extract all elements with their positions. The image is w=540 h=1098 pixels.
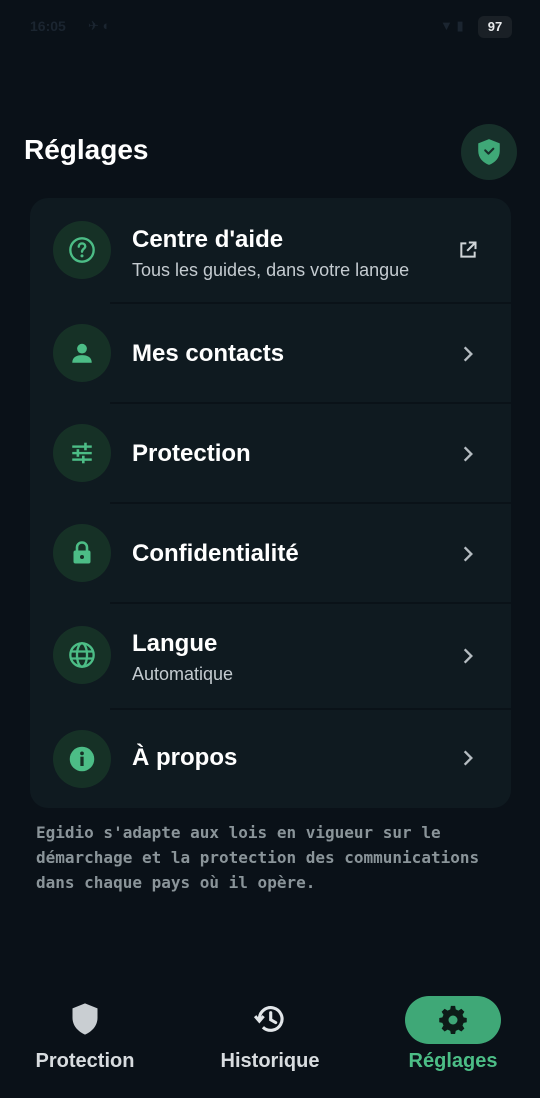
icon-container [53, 324, 111, 382]
chevron-right-icon [463, 446, 473, 462]
battery-indicator: 97 [478, 16, 512, 38]
history-icon [253, 1006, 284, 1032]
info-icon [69, 746, 95, 772]
menu-item-label: Langue [132, 630, 218, 657]
status-time: 16:05 [30, 18, 66, 34]
external-link-icon [460, 241, 477, 258]
menu-item-subtitle: Automatique [132, 664, 234, 684]
notification-icons: ✈ ◐ [88, 18, 111, 33]
nav-tab-label: Protection [35, 1050, 135, 1072]
menu-item-language[interactable]: Langue Automatique [30, 604, 511, 708]
icon-container [53, 524, 111, 582]
settings-list: Centre d'aide Tous les guides, dans votr… [30, 198, 511, 808]
shield-check-icon [478, 139, 500, 165]
page-title: Réglages [24, 134, 149, 165]
menu-item-label: Mes contacts [132, 340, 285, 367]
menu-item-contacts[interactable]: Mes contacts [30, 304, 511, 402]
menu-item-protection[interactable]: Protection [30, 404, 511, 502]
menu-item-label: Protection [132, 440, 251, 467]
protection-status-badge[interactable] [461, 124, 517, 180]
menu-item-help-center[interactable]: Centre d'aide Tous les guides, dans votr… [30, 198, 511, 303]
chevron-right-icon [463, 648, 473, 664]
icon-container [53, 221, 111, 279]
chevron-right-icon [463, 546, 473, 562]
legal-footnote: Egidio s'adapte aux lois en vigueur sur … [36, 823, 480, 892]
nav-tab-history[interactable]: Historique [200, 990, 340, 1090]
gear-icon [439, 1005, 467, 1034]
menu-item-subtitle: Tous les guides, dans votre langue [132, 260, 410, 280]
nav-tab-label: Réglages [408, 1050, 498, 1072]
nav-tab-settings[interactable]: Réglages [385, 990, 521, 1090]
menu-item-about[interactable]: À propos [30, 710, 511, 808]
lock-icon [73, 541, 91, 564]
chevron-right-icon [463, 750, 473, 766]
person-icon [72, 343, 92, 363]
sliders-icon [72, 442, 92, 464]
icon-container [53, 730, 111, 788]
help-circle-icon [69, 237, 95, 263]
status-bar: 16:05 ✈ ◐ ▼ ▮ 97 [0, 14, 540, 42]
nav-tab-label: Historique [220, 1050, 320, 1072]
menu-item-privacy[interactable]: Confidentialité [30, 504, 511, 602]
nav-tab-protection[interactable]: Protection [20, 990, 150, 1090]
globe-icon [69, 642, 95, 668]
icon-container [53, 424, 111, 482]
icon-container [53, 626, 111, 684]
shield-icon [72, 1003, 98, 1035]
menu-item-label: Centre d'aide [132, 226, 284, 253]
chevron-right-icon [463, 346, 473, 362]
signal-icons: ▼ ▮ [440, 18, 464, 33]
menu-item-label: Confidentialité [132, 540, 299, 567]
menu-item-label: À propos [132, 744, 238, 771]
active-tab-indicator [405, 996, 501, 1044]
bottom-navigation: Protection Historique Réglages [0, 990, 540, 1098]
